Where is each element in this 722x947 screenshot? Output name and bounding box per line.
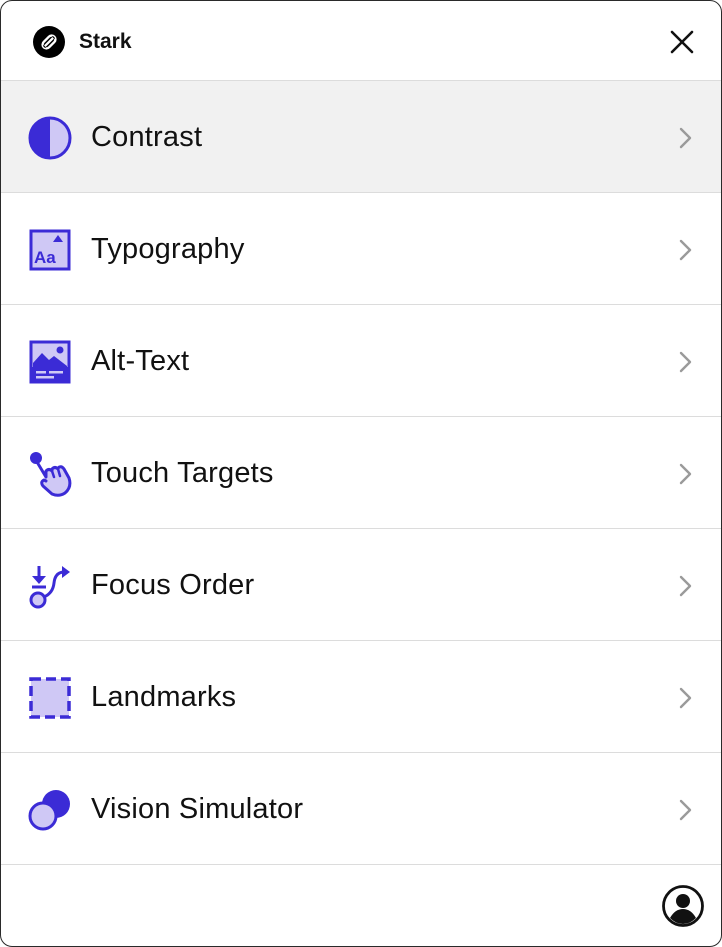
chevron-right-icon — [679, 463, 692, 485]
alt-text-icon — [29, 340, 71, 384]
menu-item-label: Alt-Text — [91, 345, 190, 377]
chevron-right-icon — [679, 239, 692, 261]
menu-item-label: Touch Targets — [91, 457, 274, 489]
vision-simulator-icon — [28, 790, 70, 831]
touch-targets-icon — [30, 452, 72, 497]
focus-order-icon — [29, 566, 70, 609]
menu-item-typography[interactable]: Aa Typography — [1, 193, 721, 305]
app-title: Stark — [79, 30, 132, 53]
svg-text:Aa: Aa — [34, 248, 56, 267]
menu-item-alt-text[interactable]: Alt-Text — [1, 305, 721, 417]
menu-item-focus-order[interactable]: Focus Order — [1, 529, 721, 641]
close-icon[interactable] — [663, 23, 701, 61]
menu-item-vision-simulator[interactable]: Vision Simulator — [1, 753, 721, 865]
chevron-right-icon — [679, 799, 692, 821]
menu-item-landmarks[interactable]: Landmarks — [1, 641, 721, 753]
typography-icon: Aa — [29, 229, 71, 271]
chevron-right-icon — [679, 687, 692, 709]
menu-item-label: Vision Simulator — [91, 793, 304, 825]
landmarks-icon — [29, 677, 71, 719]
contrast-icon — [28, 116, 72, 160]
menu-item-label: Landmarks — [91, 681, 237, 713]
feature-menu: Contrast Aa Typography Alt-Text Touch Ta… — [1, 81, 721, 865]
account-icon[interactable] — [661, 884, 705, 928]
chevron-right-icon — [679, 351, 692, 373]
menu-item-label: Typography — [91, 233, 245, 265]
panel-header: Stark — [1, 1, 721, 81]
menu-item-contrast[interactable]: Contrast — [1, 81, 721, 193]
chevron-right-icon — [679, 575, 692, 597]
menu-item-touch-targets[interactable]: Touch Targets — [1, 417, 721, 529]
menu-item-label: Contrast — [91, 121, 203, 153]
chevron-right-icon — [679, 127, 692, 149]
menu-item-label: Focus Order — [91, 569, 255, 601]
stark-panel: Stark Contrast Aa Typography Alt-Text To… — [0, 0, 722, 947]
stark-logo-icon — [33, 26, 65, 58]
